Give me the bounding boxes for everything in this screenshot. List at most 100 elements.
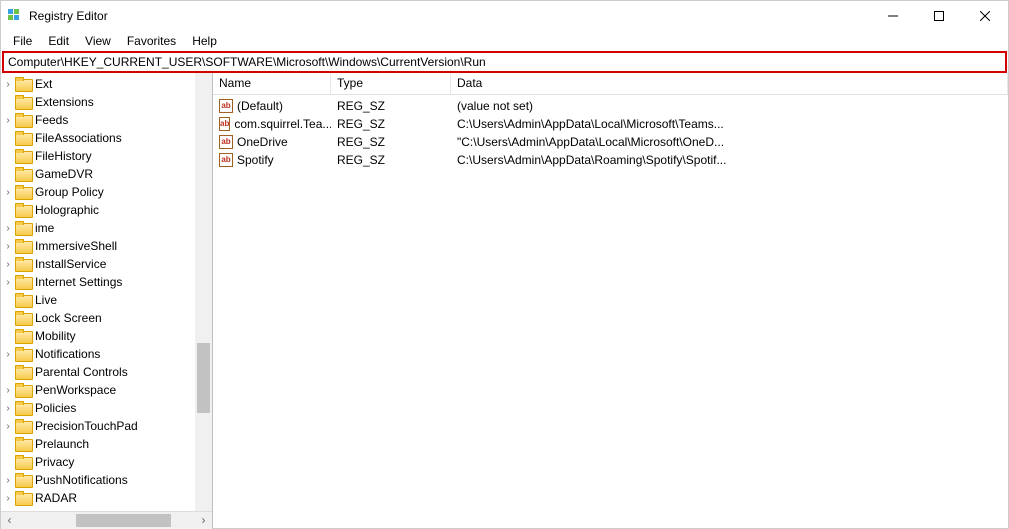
value-name: OneDrive (237, 135, 288, 149)
folder-icon (15, 257, 31, 271)
tree-item-label: Prelaunch (35, 437, 89, 451)
tree-item-label: Mobility (35, 329, 76, 343)
scrollbar-thumb[interactable] (197, 343, 210, 413)
tree-item[interactable]: › ime (1, 219, 195, 237)
menu-view[interactable]: View (77, 32, 119, 50)
folder-icon (15, 491, 31, 505)
tree-item[interactable]: ›Internet Settings (1, 273, 195, 291)
table-row[interactable]: ab(Default)REG_SZ(value not set) (213, 97, 1008, 115)
folder-icon (15, 401, 31, 415)
tree-item[interactable]: Holographic (1, 201, 195, 219)
table-row[interactable]: abcom.squirrel.Tea...REG_SZC:\Users\Admi… (213, 115, 1008, 133)
chevron-right-icon[interactable]: › (1, 277, 13, 288)
folder-icon (15, 203, 31, 217)
folder-icon (15, 131, 31, 145)
chevron-right-icon[interactable]: › (1, 421, 13, 432)
tree-item-label: PrecisionTouchPad (35, 419, 138, 433)
close-button[interactable] (962, 1, 1008, 31)
tree-vertical-scrollbar[interactable] (195, 73, 212, 511)
chevron-right-icon[interactable]: › (1, 115, 13, 126)
folder-icon (15, 167, 31, 181)
table-row[interactable]: abSpotifyREG_SZC:\Users\Admin\AppData\Ro… (213, 151, 1008, 169)
tree-item[interactable]: Extensions (1, 93, 195, 111)
chevron-right-icon[interactable]: › (1, 475, 13, 486)
value-name: com.squirrel.Tea... (234, 117, 331, 131)
tree-item-label: Live (35, 293, 57, 307)
tree-item-label: Feeds (35, 113, 68, 127)
tree-item[interactable]: › Feeds (1, 111, 195, 129)
tree-item[interactable]: Mobility (1, 327, 195, 345)
menubar: File Edit View Favorites Help (1, 31, 1008, 51)
tree-item[interactable]: GameDVR (1, 165, 195, 183)
tree-item[interactable]: Live (1, 291, 195, 309)
close-icon (980, 11, 990, 21)
tree-horizontal-scrollbar[interactable]: ‹ › (1, 511, 212, 528)
chevron-right-icon[interactable]: › (1, 259, 13, 270)
scroll-left-arrow-icon[interactable]: ‹ (1, 512, 18, 529)
registry-tree[interactable]: › Ext Extensions › Feeds FileAssociationsFile… (1, 73, 195, 511)
window-title: Registry Editor (29, 9, 108, 23)
chevron-right-icon[interactable]: › (1, 187, 13, 198)
chevron-right-icon[interactable]: › (1, 349, 13, 360)
tree-item[interactable]: ›ImmersiveShell (1, 237, 195, 255)
folder-icon (15, 437, 31, 451)
chevron-right-icon[interactable]: › (1, 403, 13, 414)
folder-icon (15, 149, 31, 163)
tree-item[interactable]: ›Group Policy (1, 183, 195, 201)
chevron-right-icon[interactable]: › (1, 223, 13, 234)
value-type: REG_SZ (331, 117, 451, 131)
menu-help[interactable]: Help (184, 32, 225, 50)
tree-item[interactable]: › PrecisionTouchPad (1, 417, 195, 435)
tree-item[interactable]: › Ext (1, 75, 195, 93)
tree-item[interactable]: › Policies (1, 399, 195, 417)
address-bar[interactable]: Computer\HKEY_CURRENT_USER\SOFTWARE\Micr… (2, 51, 1007, 73)
tree-item[interactable]: Lock Screen (1, 309, 195, 327)
menu-file[interactable]: File (5, 32, 40, 50)
tree-item[interactable]: Privacy (1, 453, 195, 471)
menu-favorites[interactable]: Favorites (119, 32, 184, 50)
tree-item[interactable]: Parental Controls (1, 363, 195, 381)
column-header-data[interactable]: Data (451, 73, 1008, 94)
folder-icon (15, 275, 31, 289)
tree-item[interactable]: ›InstallService (1, 255, 195, 273)
folder-icon (15, 221, 31, 235)
scrollbar-track[interactable] (18, 512, 195, 529)
chevron-right-icon[interactable]: › (1, 385, 13, 396)
maximize-button[interactable] (916, 1, 962, 31)
tree-item[interactable]: ›RADAR (1, 489, 195, 507)
value-name: Spotify (237, 153, 274, 167)
addressbar-container: Computer\HKEY_CURRENT_USER\SOFTWARE\Micr… (1, 51, 1008, 73)
folder-icon (15, 113, 31, 127)
tree-item[interactable]: Prelaunch (1, 435, 195, 453)
content-area: › Ext Extensions › Feeds FileAssociationsFile… (1, 73, 1008, 528)
minimize-button[interactable] (870, 1, 916, 31)
chevron-right-icon[interactable]: › (1, 493, 13, 504)
list-header: Name Type Data (213, 73, 1008, 95)
tree-item[interactable]: ›Notifications (1, 345, 195, 363)
minimize-icon (888, 11, 898, 21)
scroll-right-arrow-icon[interactable]: › (195, 512, 212, 529)
menu-edit[interactable]: Edit (40, 32, 77, 50)
maximize-icon (934, 11, 944, 21)
value-type: REG_SZ (331, 153, 451, 167)
tree-item[interactable]: ›PushNotifications (1, 471, 195, 489)
value-name: (Default) (237, 99, 283, 113)
column-header-name[interactable]: Name (213, 73, 331, 94)
tree-item-label: Ext (35, 77, 52, 91)
folder-icon (15, 419, 31, 433)
tree-item[interactable]: ›PenWorkspace (1, 381, 195, 399)
chevron-right-icon[interactable]: › (1, 241, 13, 252)
folder-icon (15, 293, 31, 307)
scrollbar-thumb[interactable] (76, 514, 171, 527)
table-row[interactable]: abOneDriveREG_SZ"C:\Users\Admin\AppData\… (213, 133, 1008, 151)
regedit-app-icon (7, 8, 23, 24)
tree-item-label: Privacy (35, 455, 74, 469)
tree-item[interactable]: FileHistory (1, 147, 195, 165)
reg-string-icon: ab (219, 99, 233, 113)
column-header-type[interactable]: Type (331, 73, 451, 94)
tree-item-label: Policies (35, 401, 76, 415)
tree-item-label: ime (35, 221, 54, 235)
chevron-right-icon[interactable]: › (1, 79, 13, 90)
tree-item[interactable]: FileAssociations (1, 129, 195, 147)
folder-icon (15, 185, 31, 199)
